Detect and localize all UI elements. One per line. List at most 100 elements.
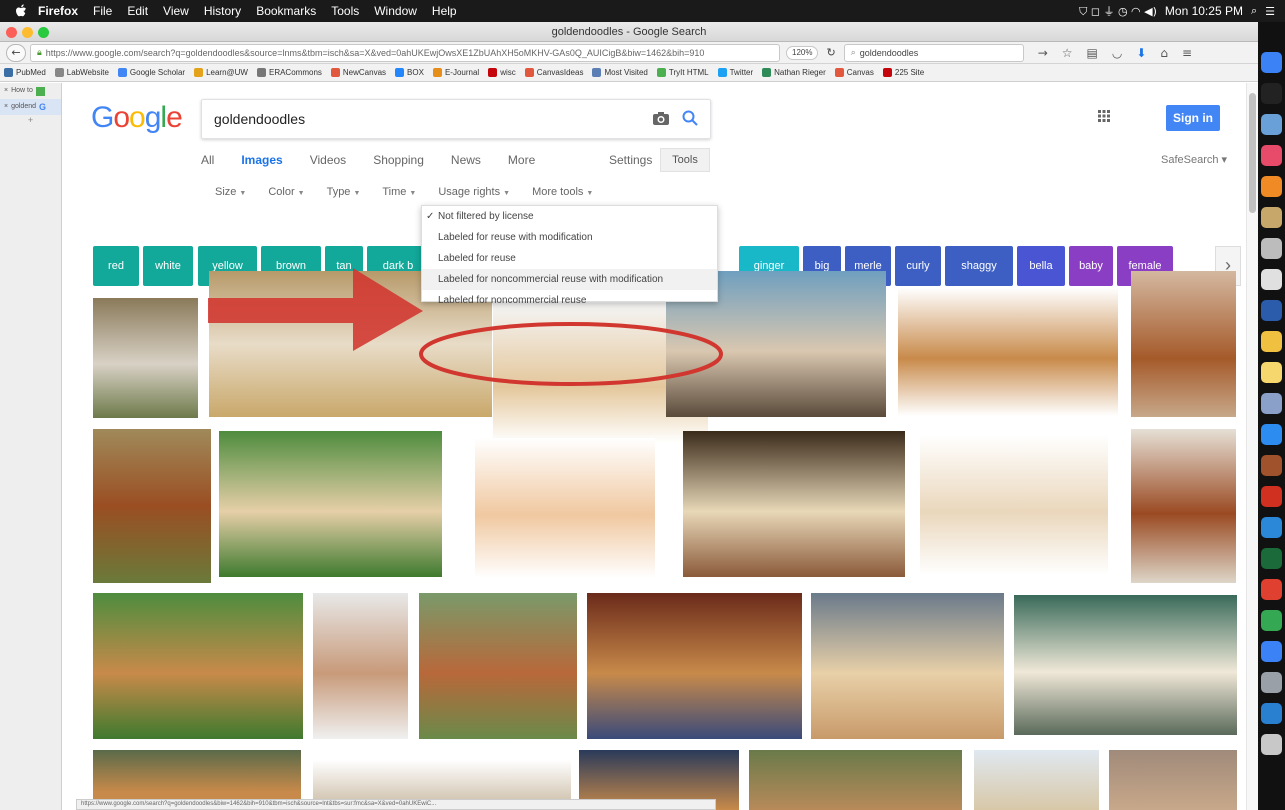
- close-tab-icon[interactable]: ×: [4, 83, 8, 99]
- bookmark-item[interactable]: Nathan Rieger: [762, 68, 826, 77]
- dock-app-icon[interactable]: [1261, 455, 1282, 476]
- safesearch-dropdown[interactable]: SafeSearch ▾: [1161, 153, 1227, 166]
- tab-news[interactable]: News: [451, 153, 481, 179]
- bookmark-item[interactable]: NewCanvas: [330, 68, 386, 77]
- close-tab-icon[interactable]: ×: [4, 99, 8, 115]
- dock-app-icon[interactable]: [1261, 300, 1282, 321]
- menubar-item-file[interactable]: File: [93, 4, 112, 18]
- bookmark-item[interactable]: TryIt HTML: [656, 68, 709, 77]
- menubar-item-view[interactable]: View: [163, 4, 189, 18]
- tools-button[interactable]: Tools: [660, 148, 710, 172]
- library-icon[interactable]: ▤: [1087, 46, 1098, 60]
- menubar-item-bookmarks[interactable]: Bookmarks: [256, 4, 316, 18]
- apps-grid-icon[interactable]: [1098, 110, 1110, 122]
- reload-icon[interactable]: ↻: [826, 46, 835, 59]
- downloads-icon[interactable]: ⬇: [1136, 46, 1146, 60]
- dock-app-icon[interactable]: [1261, 52, 1282, 73]
- bookmark-item[interactable]: Twitter: [717, 68, 753, 77]
- image-result-thumbnail[interactable]: [313, 593, 408, 739]
- spotlight-icon[interactable]: ⌕: [1251, 4, 1257, 18]
- time-filter[interactable]: Time ▼: [382, 186, 416, 198]
- menubar-item-help[interactable]: Help: [432, 4, 457, 18]
- image-result-thumbnail[interactable]: [93, 298, 198, 418]
- dock-app-icon[interactable]: [1261, 114, 1282, 135]
- bookmark-item[interactable]: E-Journal: [432, 68, 479, 77]
- settings-link[interactable]: Settings: [609, 153, 652, 167]
- bookmark-item[interactable]: 225 Site: [882, 68, 924, 77]
- menubar-item-history[interactable]: History: [204, 4, 241, 18]
- bookmark-item[interactable]: PubMed: [4, 68, 46, 77]
- image-result-thumbnail[interactable]: [419, 593, 577, 739]
- menubar-app-name[interactable]: Firefox: [38, 4, 78, 18]
- pocket-icon[interactable]: ◡: [1112, 46, 1122, 60]
- tab-more[interactable]: More: [508, 153, 535, 179]
- bookmark-item[interactable]: wisc: [488, 68, 516, 77]
- tab-images[interactable]: Images: [241, 153, 282, 179]
- color-filter[interactable]: Color ▼: [268, 186, 304, 198]
- dock-app-icon[interactable]: [1261, 734, 1282, 755]
- size-filter[interactable]: Size ▼: [215, 186, 246, 198]
- chip-curly[interactable]: curly: [895, 246, 941, 286]
- back-button[interactable]: ←: [6, 43, 26, 62]
- dock-app-icon[interactable]: [1261, 548, 1282, 569]
- dock-app-icon[interactable]: [1261, 269, 1282, 290]
- bookmark-item[interactable]: ERACommons: [256, 68, 322, 77]
- tab-videos[interactable]: Videos: [310, 153, 346, 179]
- bookmark-item[interactable]: BOX: [395, 68, 424, 77]
- chip-bella[interactable]: bella: [1017, 246, 1065, 286]
- dock-app-icon[interactable]: [1261, 641, 1282, 662]
- image-result-thumbnail[interactable]: [587, 593, 802, 739]
- camera-icon[interactable]: [652, 111, 670, 126]
- dock-app-icon[interactable]: [1261, 486, 1282, 507]
- dock-app-icon[interactable]: [1261, 207, 1282, 228]
- menubar-item-edit[interactable]: Edit: [127, 4, 148, 18]
- image-result-thumbnail[interactable]: [749, 750, 962, 810]
- image-result-thumbnail[interactable]: [898, 288, 1118, 416]
- vertical-scrollbar[interactable]: [1246, 83, 1258, 810]
- image-result-thumbnail[interactable]: [219, 431, 442, 577]
- image-result-thumbnail[interactable]: [1131, 271, 1236, 417]
- usage-rights-filter[interactable]: Usage rights ▼: [438, 186, 510, 198]
- dock-app-icon[interactable]: [1261, 83, 1282, 104]
- chip-red[interactable]: red: [93, 246, 139, 286]
- more-tools-filter[interactable]: More tools ▼: [532, 186, 593, 198]
- dock-app-icon[interactable]: [1261, 176, 1282, 197]
- menu-item-noncommercial-reuse-with-modification[interactable]: Labeled for noncommercial reuse with mod…: [422, 269, 717, 290]
- bookmark-item[interactable]: Canvas: [834, 68, 874, 77]
- image-result-thumbnail[interactable]: [683, 431, 905, 577]
- dock-app-icon[interactable]: [1261, 610, 1282, 631]
- menubar-item-tools[interactable]: Tools: [331, 4, 359, 18]
- go-arrow-icon[interactable]: →: [1038, 46, 1048, 60]
- browser-search-bar[interactable]: ⌕ goldendoodles: [843, 43, 1024, 62]
- search-icon[interactable]: [682, 110, 698, 126]
- chip-shaggy[interactable]: shaggy: [945, 246, 1013, 286]
- menubar-item-window[interactable]: Window: [374, 4, 417, 18]
- zoom-indicator[interactable]: 120%: [786, 45, 819, 60]
- bookmark-item[interactable]: Most Visited: [592, 68, 648, 77]
- bookmark-item[interactable]: Google Scholar: [117, 68, 185, 77]
- menu-item-reuse[interactable]: Labeled for reuse: [422, 248, 717, 269]
- dock-app-icon[interactable]: [1261, 393, 1282, 414]
- image-result-thumbnail[interactable]: [93, 429, 211, 583]
- status-icons[interactable]: ⛉ ◻ ⏚ ◷ ◠ ◀): [1079, 3, 1157, 19]
- chip-white[interactable]: white: [143, 246, 193, 286]
- image-result-thumbnail[interactable]: [974, 750, 1099, 810]
- menubar-clock[interactable]: Mon 10:25 PM: [1165, 4, 1243, 18]
- dock-app-icon[interactable]: [1261, 238, 1282, 259]
- sign-in-button[interactable]: Sign in: [1166, 105, 1220, 131]
- type-filter[interactable]: Type ▼: [327, 186, 361, 198]
- sidebar-tab-how-to[interactable]: × How to: [0, 83, 61, 99]
- image-result-thumbnail[interactable]: [1109, 750, 1237, 810]
- lock-icon[interactable]: 🔒︎: [37, 47, 42, 58]
- dock-app-icon[interactable]: [1261, 672, 1282, 693]
- dock-app-icon[interactable]: [1261, 579, 1282, 600]
- bookmark-item[interactable]: CanvasIdeas: [524, 68, 583, 77]
- tab-shopping[interactable]: Shopping: [373, 153, 424, 179]
- bookmark-item[interactable]: Learn@UW: [194, 68, 248, 77]
- bookmark-item[interactable]: LabWebsite: [54, 68, 109, 77]
- menu-item-reuse-with-modification[interactable]: Labeled for reuse with modification: [422, 227, 717, 248]
- menu-item-noncommercial-reuse[interactable]: Labeled for noncommercial reuse: [422, 290, 717, 311]
- notification-center-icon[interactable]: ☰: [1265, 5, 1275, 18]
- scrollbar-thumb[interactable]: [1249, 93, 1256, 213]
- chip-baby[interactable]: baby: [1069, 246, 1113, 286]
